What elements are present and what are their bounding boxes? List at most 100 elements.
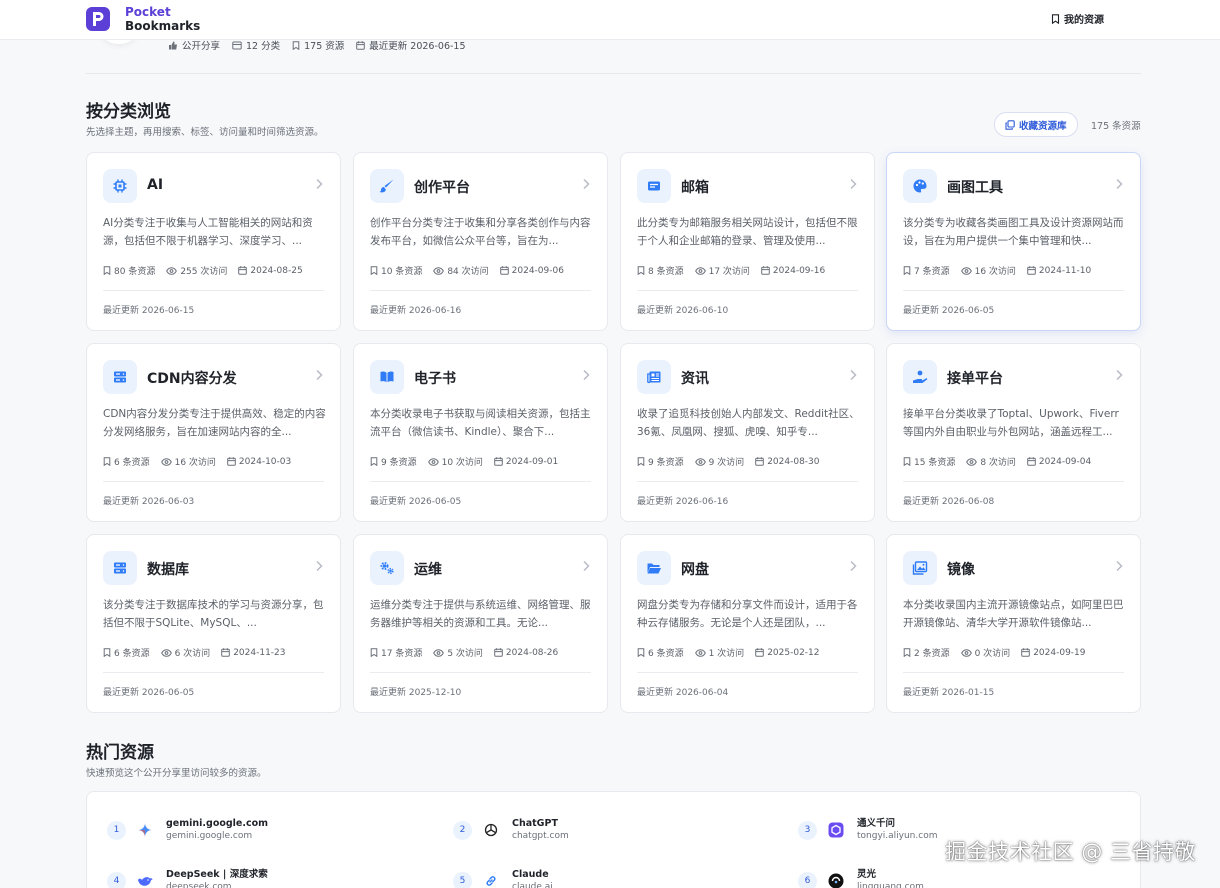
category-card[interactable]: 邮箱 此分类专为邮箱服务相关网站设计，包括但不限于个人和企业邮箱的登录、管理及使…: [620, 152, 875, 331]
visit-count: 9 次访问: [708, 458, 745, 468]
gears-icon: [370, 551, 404, 585]
public-share-label: 公开分享: [182, 41, 221, 52]
category-title: 数据库: [147, 562, 189, 578]
top-bar: Pocket Bookmarks 我的资源: [0, 0, 1220, 40]
calendar-icon: [227, 457, 236, 466]
bookmark-icon: [370, 457, 378, 466]
hot-resource-item[interactable]: 6 灵光 lingguang.com: [798, 868, 924, 888]
visit-count: 17 次访问: [708, 267, 750, 277]
server-icon: [103, 360, 137, 394]
database-icon: [103, 551, 137, 585]
hot-subtitle: 快速预览这个公开分享里访问较多的资源。: [86, 768, 267, 779]
category-title: 网盘: [681, 562, 709, 578]
divider: [637, 290, 858, 291]
folder-icon: [232, 41, 242, 49]
last-updated: 最近更新 2026-06-15: [369, 41, 466, 52]
browse-subtitle: 先选择主题，再用搜索、标签、访问量和时间筛选资源。: [86, 127, 324, 138]
visit-count: 8 次访问: [980, 458, 1016, 468]
category-card[interactable]: 资讯 收录了追觅科技创始人内部发文、Reddit社区、36氪、凤凰网、搜狐、虎嗅…: [620, 343, 875, 522]
bookmark-icon: [103, 266, 111, 275]
bookmark-icon: [637, 457, 645, 466]
my-resources-link[interactable]: 我的资源: [1051, 11, 1104, 26]
calendar-icon: [755, 457, 764, 466]
created-date: 2024-08-25: [250, 265, 303, 276]
category-description: 本分类收录电子书获取与阅读相关资源，包括主流平台（微信读书、Kindle）、聚合…: [370, 408, 591, 438]
category-card[interactable]: 运维 运维分类专注于提供与系统运维、网络管理、服务器维护等相关的资源和工具。无论…: [353, 534, 608, 713]
thumb-icon: [169, 41, 177, 49]
category-card[interactable]: 电子书 本分类收录电子书获取与阅读相关资源，包括主流平台（微信读书、Kindle…: [353, 343, 608, 522]
palette-icon: [903, 169, 937, 203]
calendar-icon: [494, 457, 503, 466]
eye-icon: [433, 266, 445, 275]
folder-icon: [637, 551, 671, 585]
category-description: 网盘分类专为存储和分享文件而设计，适用于各种云存储服务。无论是个人还是团队，..…: [637, 599, 858, 629]
category-card[interactable]: 网盘 网盘分类专为存储和分享文件而设计，适用于各种云存储服务。无论是个人还是团队…: [620, 534, 875, 713]
category-card[interactable]: CDN内容分发 CDN内容分发分类专注于提供高效、稳定的内容分发网络服务，旨在加…: [86, 343, 341, 522]
category-title: 创作平台: [414, 180, 470, 196]
bookmark-icon: [903, 266, 911, 275]
category-title: 画图工具: [947, 180, 1003, 196]
bookmark-icon: [903, 648, 911, 657]
eye-icon: [960, 266, 972, 275]
hot-resource-item[interactable]: 4 DeepSeek | 深度求索 deepseek.com: [107, 868, 268, 888]
hot-resource-item[interactable]: 5 Claude claude.ai: [453, 868, 553, 888]
visit-count: 16 次访问: [174, 458, 216, 468]
news-icon: [637, 360, 671, 394]
divider: [370, 672, 591, 673]
collect-library-button[interactable]: 收藏资源库: [994, 112, 1078, 137]
bookmark-icon: [370, 266, 378, 275]
category-title: 资讯: [681, 371, 709, 387]
hot-resource-item[interactable]: 1 gemini.google.com gemini.google.com: [107, 817, 268, 843]
eye-icon: [160, 457, 172, 466]
my-resources-label: 我的资源: [1064, 15, 1104, 26]
category-card[interactable]: AI AI分类专注于收集与人工智能相关的网站和资源，包括但不限于机器学习、深度学…: [86, 152, 341, 331]
eye-icon: [694, 648, 706, 657]
calendar-icon: [755, 648, 764, 657]
category-card[interactable]: 镜像 本分类收录国内主流开源镜像站点，如阿里巴巴开源镜像站、清华大学开源软件镜像…: [886, 534, 1141, 713]
updated-date: 最近更新 2026-06-05: [370, 497, 462, 507]
created-date: 2024-09-01: [505, 456, 559, 467]
share-meta: 公开分享 12 分类 175 资源 最近更新 2026-06-15: [168, 38, 466, 52]
hot-resource-item[interactable]: 3 通义千问 tongyi.aliyun.com: [798, 817, 937, 843]
resource-domain: gemini.google.com: [166, 831, 253, 841]
category-card[interactable]: 画图工具 该分类专为收藏各类画图工具及设计资源网站而设，旨在为用户提供一个集中管…: [886, 152, 1141, 331]
created-date: 2024-11-10: [1038, 265, 1092, 276]
category-card[interactable]: 接单平台 接单平台分类收录了Toptal、Upwork、Fiverr等国内外自由…: [886, 343, 1141, 522]
category-description: AI分类专注于收集与人工智能相关的网站和资源，包括但不限于机器学习、深度学习、.…: [103, 217, 313, 247]
category-description: 运维分类专注于提供与系统运维、网络管理、服务器维护等相关的资源和工具。无论...: [370, 599, 591, 629]
divider: [103, 481, 324, 482]
category-title: 邮箱: [681, 180, 709, 196]
hot-resource-item[interactable]: 2 ChatGPT chatgpt.com: [453, 817, 569, 843]
resource-count: 6 条资源: [648, 649, 684, 659]
category-card[interactable]: 创作平台 创作平台分类专注于收集和分享各类创作与内容发布平台，如微信公众平台等，…: [353, 152, 608, 331]
category-title: 运维: [414, 562, 442, 578]
category-title: 接单平台: [947, 371, 1003, 387]
chevron-right-icon: [583, 369, 590, 381]
rank-badge: 1: [107, 820, 126, 840]
collect-library-label: 收藏资源库: [1019, 120, 1067, 132]
resource-domain: tongyi.aliyun.com: [857, 831, 938, 841]
chevron-right-icon: [1116, 178, 1123, 190]
resource-count: 80 条资源: [114, 267, 156, 277]
category-card[interactable]: 数据库 该分类专注于数据库技术的学习与资源分享，包括但不限于SQLite、MyS…: [86, 534, 341, 713]
category-title: CDN内容分发: [147, 371, 237, 387]
resource-name: 灵光: [857, 869, 877, 880]
rank-badge: 5: [453, 871, 472, 888]
resource-count: 15 条资源: [914, 458, 956, 468]
logo[interactable]: Pocket Bookmarks: [86, 5, 200, 33]
brand-line1: Pocket: [125, 5, 171, 19]
resource-count: 2 条资源: [914, 649, 950, 659]
created-date: 2024-09-16: [772, 265, 826, 276]
resource-name: Claude: [512, 869, 549, 880]
created-date: 2024-11-23: [233, 647, 286, 658]
brush-icon: [370, 169, 404, 203]
resource-name: gemini.google.com: [166, 818, 269, 829]
category-title: 镜像: [947, 562, 975, 578]
book-icon: [370, 360, 404, 394]
mail-icon: [637, 169, 671, 203]
category-description: CDN内容分发分类专注于提供高效、稳定的内容分发网络服务，旨在加速网站内容的全.…: [103, 408, 326, 438]
rank-badge: 3: [798, 820, 817, 840]
chevron-right-icon: [583, 560, 590, 572]
chevron-right-icon: [583, 178, 590, 190]
created-date: 2024-10-03: [238, 456, 292, 467]
